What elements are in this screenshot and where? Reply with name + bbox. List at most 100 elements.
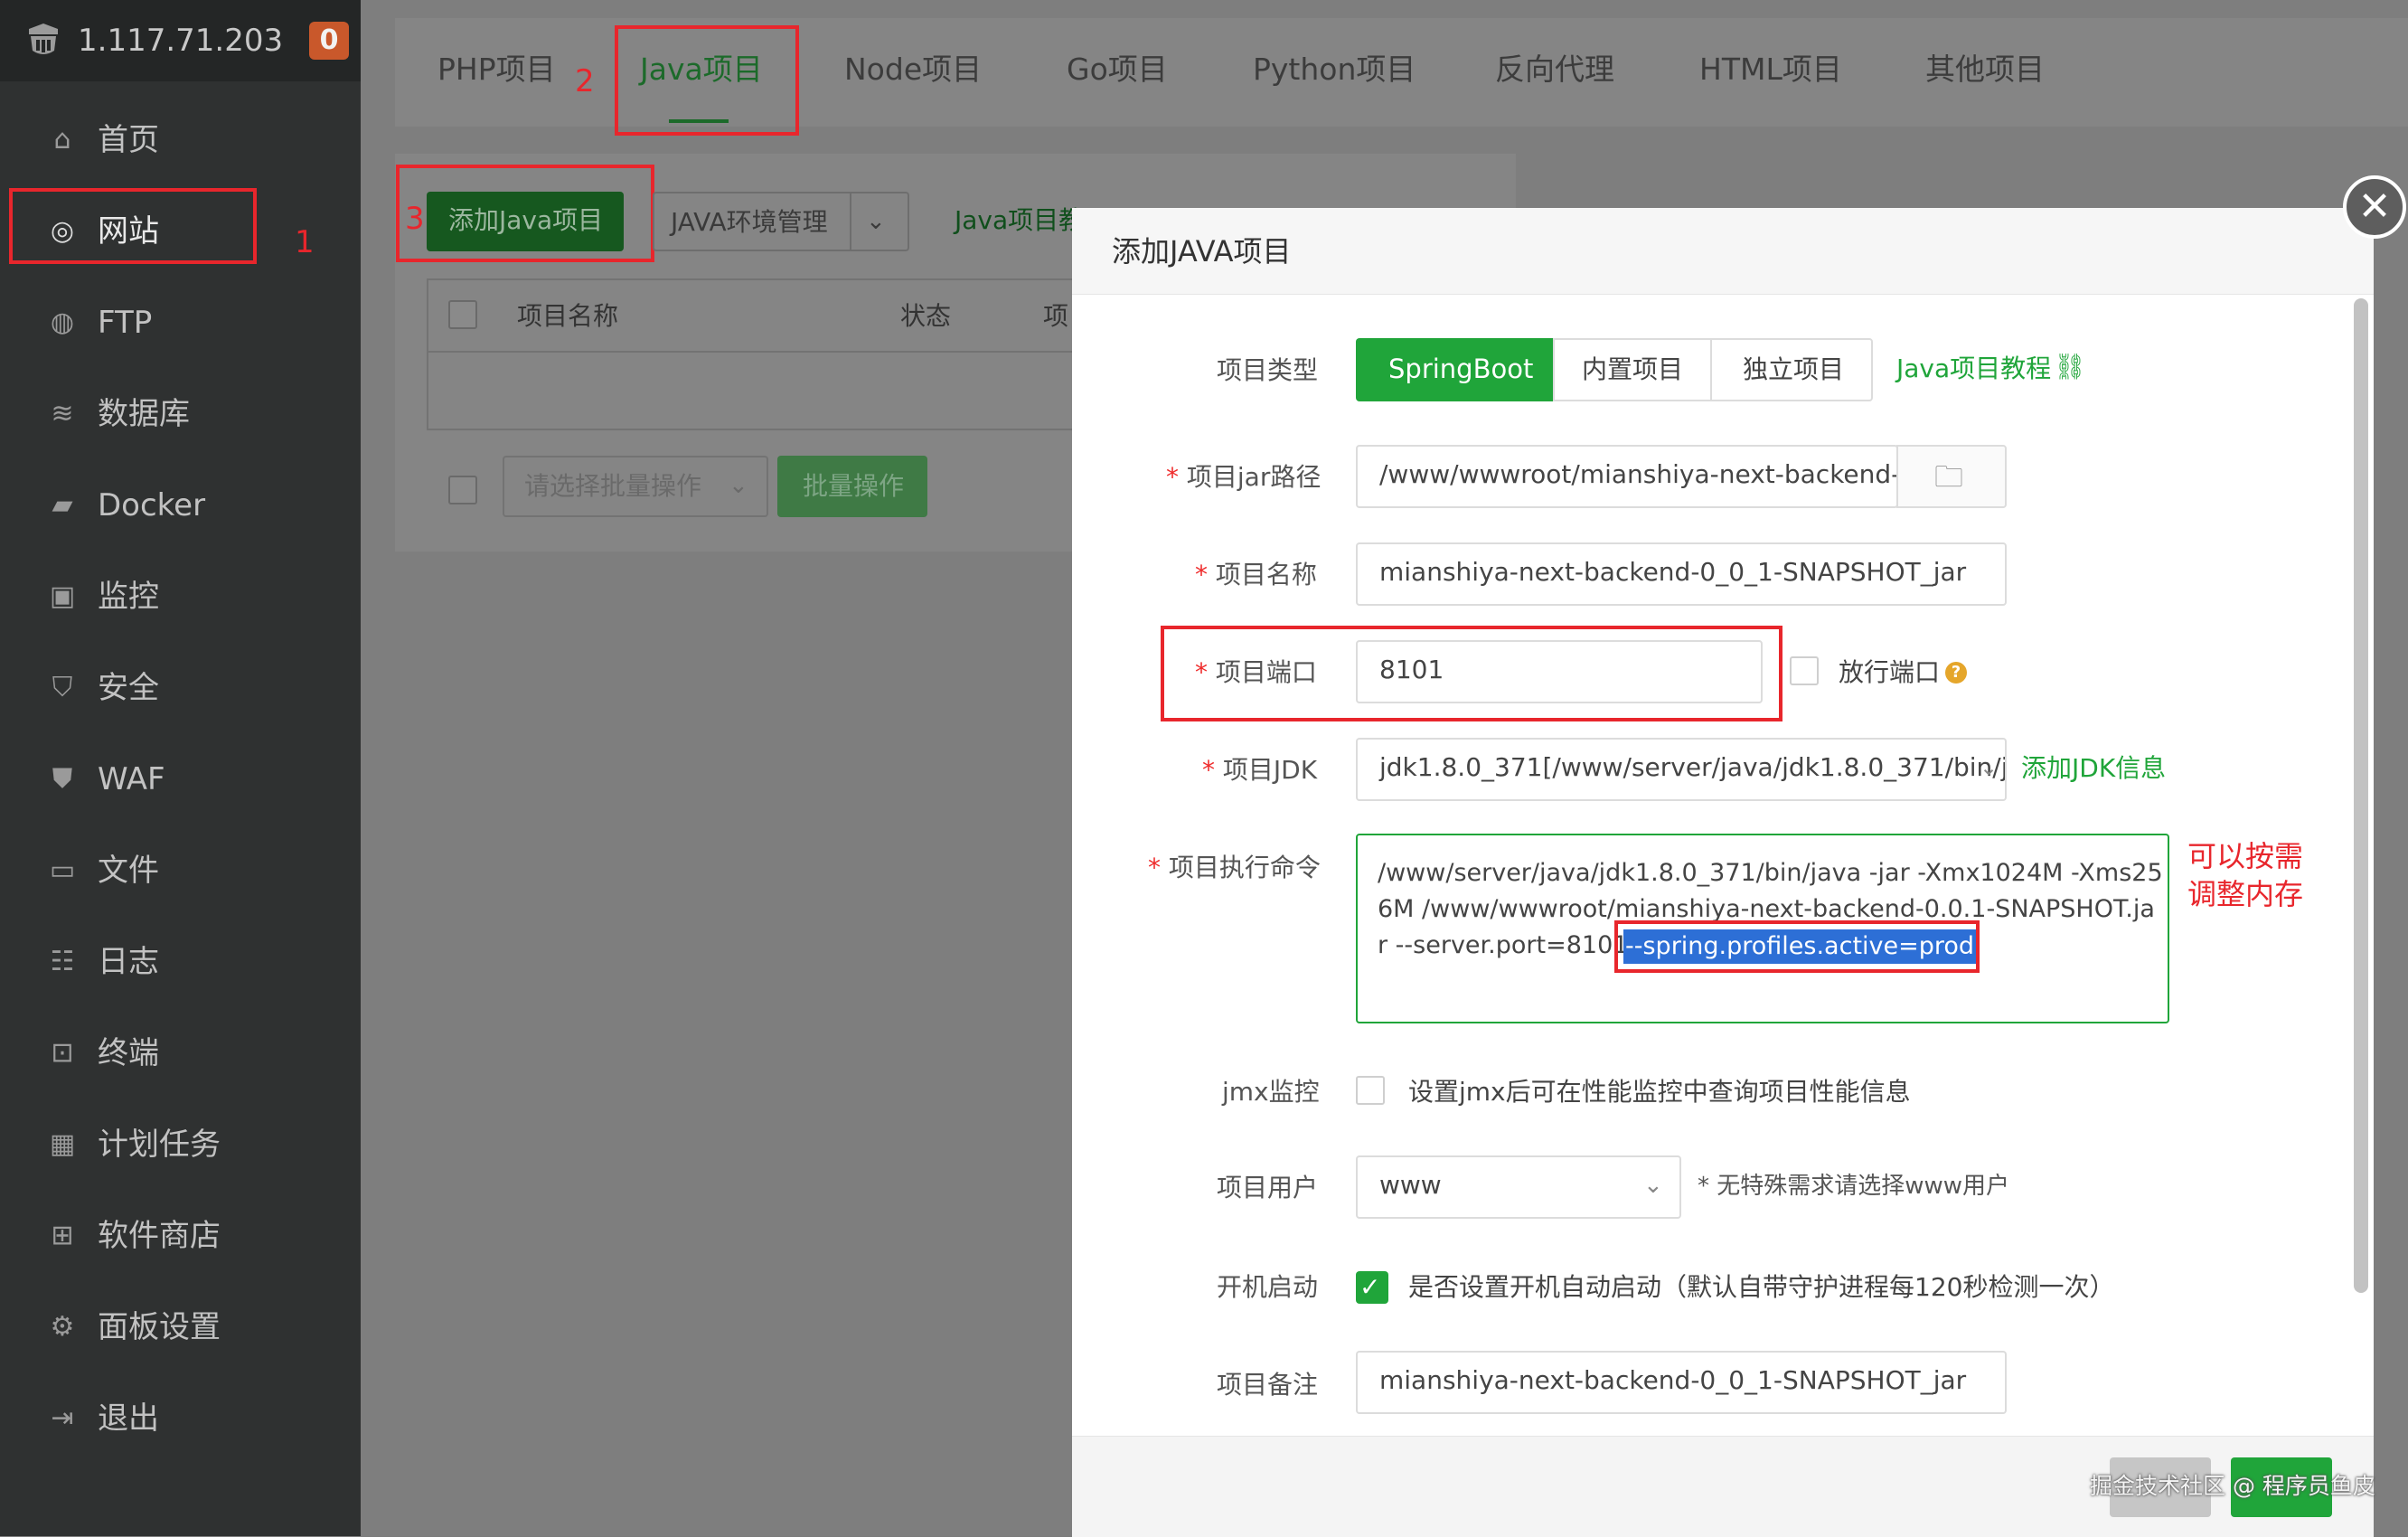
sidebar-item-label: 面板设置 [98,1309,221,1345]
sidebar-item-label: 终端 [98,1035,159,1071]
type-springboot-label: SpringBoot [1388,354,1534,384]
type-standalone-button[interactable]: 独立项目 [1710,338,1873,401]
tab-html[interactable]: HTML项目 [1699,47,1842,92]
add-jdk-link[interactable]: 添加JDK信息 [2021,750,2166,787]
project-table: 项目名称 状态 项 [427,278,1074,430]
sidebar-item-label: 数据库 [98,396,190,432]
sidebar-item-security[interactable]: ⛉ 安全 [0,647,361,729]
sidebar-item-label: 软件商店 [98,1218,221,1254]
open-port-checkbox[interactable] [1790,656,1819,685]
sidebar-item-database[interactable]: ≋ 数据库 [0,373,361,455]
ftp-globe-icon: ◍ [50,306,75,338]
close-icon: ✕ [2357,184,2392,230]
remark-input[interactable]: mianshiya-next-backend-0_0_1-SNAPSHOT_ja… [1356,1351,2007,1414]
browse-folder-button[interactable]: 🗀 [1896,445,2007,508]
sidebar-item-home[interactable]: ⌂ 首页 [0,99,361,181]
folder-icon: 🗀 [1934,459,1964,494]
dialog-scrollbar[interactable] [2354,298,2368,1293]
sidebar-item-settings[interactable]: ⚙ 面板设置 [0,1287,361,1368]
jar-path-label-text: 项目jar路径 [1186,462,1322,492]
jar-path-input[interactable]: /www/wwwroot/mianshiya-next-backend-0.0 [1356,445,1898,508]
tab-other[interactable]: 其他项目 [1925,47,2045,92]
project-jdk-label-text: 项目JDK [1222,755,1318,785]
sidebar-item-label: WAF [98,761,165,797]
project-jdk-select[interactable]: jdk1.8.0_371[/www/server/java/jdk1.8.0_3… [1356,738,2007,801]
java-tutorial-link[interactable]: Java项目教程 [1896,351,2051,387]
sidebar-item-label: FTP [98,305,153,341]
exec-command-label-text: 项目执行命令 [1168,853,1321,882]
sidebar-item-terminal[interactable]: ⊡ 终端 [0,1013,361,1094]
chevron-down-icon: ⌄ [1980,755,1999,780]
calendar-icon: ▦ [49,1128,76,1160]
java-tutorial-link-partial[interactable]: Java项目教 [955,203,1084,239]
sidebar-item-label: 安全 [98,670,159,706]
server-ip: 1.117.71.203 [78,23,284,59]
checkmark-icon: ✓ [1359,1272,1381,1302]
sidebar-item-monitor[interactable]: ▣ 监控 [0,556,361,637]
project-name-input[interactable]: mianshiya-next-backend-0_0_1-SNAPSHOT_ja… [1356,542,2007,606]
external-link-icon: ⛓ [2054,352,2086,382]
chevron-down-icon: ⌄ [1643,1172,1663,1199]
help-icon[interactable]: ? [1945,662,1967,684]
gear-icon: ⚙ [50,1311,75,1343]
folder-icon: ▭ [49,854,76,886]
autostart-description: 是否设置开机自动启动（默认自带守护进程每120秒检测一次） [1408,1272,2115,1302]
project-port-input[interactable]: 8101 [1356,640,1763,703]
annotation-number-1: 1 [295,224,315,260]
dialog-header: 添加JAVA项目 [1072,208,2374,295]
tab-php[interactable]: PHP项目 [437,47,556,92]
sidebar-item-logout[interactable]: ⇥ 退出 [0,1378,361,1459]
java-env-divider [850,193,851,250]
project-port-label: * 项目端口 [1195,657,1317,687]
sidebar-item-label: 日志 [98,944,159,980]
column-header: 项目名称 [517,301,619,331]
sidebar-item-label: 计划任务 [98,1127,221,1163]
batch-operation-label: 批量操作 [803,471,905,501]
annotation-number-3: 3 [405,201,425,237]
chevron-down-icon: ⌄ [729,472,748,499]
waf-shield-icon: ⛊ [52,763,73,795]
column-header: 状态 [900,301,952,331]
batch-select-checkbox[interactable] [448,476,477,504]
tab-python[interactable]: Python项目 [1253,47,1416,92]
sidebar-item-cron[interactable]: ▦ 计划任务 [0,1104,361,1185]
close-button[interactable]: ✕ [2343,175,2406,239]
watermark-text: 掘金技术社区 @ 程序员鱼皮 [2090,1473,2375,1499]
memory-note-line1: 可以按需 [2187,839,2304,873]
annotation-box-3 [396,165,654,262]
select-all-checkbox[interactable] [448,300,477,329]
sidebar-item-docker[interactable]: ▰ Docker [0,465,361,546]
java-env-button[interactable]: JAVA环境管理 ⌄ [653,192,909,251]
command-line: /www/server/java/jdk1.8.0_371/bin/java -… [1378,859,2163,887]
batch-operation-button[interactable]: 批量操作 [777,456,927,517]
home-icon: ⌂ [53,124,71,156]
tab-go[interactable]: Go项目 [1067,47,1168,92]
database-icon: ≋ [51,398,74,429]
jmx-checkbox[interactable] [1356,1076,1385,1105]
java-env-label: JAVA环境管理 [671,207,828,237]
tab-node[interactable]: Node项目 [844,47,982,92]
project-type-label: 项目类型 [1217,355,1319,385]
project-name-label-text: 项目名称 [1215,560,1317,589]
sidebar-item-logs[interactable]: ☷ 日志 [0,921,361,1003]
shield-icon: ⛉ [52,672,73,703]
notification-badge[interactable]: 0 [309,22,349,60]
type-builtin-button[interactable]: 内置项目 [1553,338,1712,401]
annotation-box-1 [9,188,257,264]
sidebar-item-label: 文件 [98,853,159,889]
project-user-select[interactable]: www [1356,1155,1681,1219]
type-springboot-button[interactable]: SpringBoot [1356,338,1553,401]
remark-label: 项目备注 [1217,1370,1319,1400]
docker-icon: ▰ [52,489,73,521]
sidebar-item-ftp[interactable]: ◍ FTP [0,282,361,363]
autostart-checkbox[interactable]: ✓ [1356,1271,1388,1304]
sidebar-item-store[interactable]: ⊞ 软件商店 [0,1195,361,1277]
tab-proxy[interactable]: 反向代理 [1495,47,1614,92]
project-name-label: * 项目名称 [1195,560,1317,589]
annotation-box-2 [615,25,799,136]
sidebar-item-waf[interactable]: ⛊ WAF [0,739,361,820]
terminal-icon: ⊡ [51,1037,74,1069]
batch-operation-select[interactable]: 请选择批量操作 ⌄ [503,456,768,517]
sidebar-item-files[interactable]: ▭ 文件 [0,830,361,911]
sidebar-item-label: 退出 [98,1400,159,1437]
